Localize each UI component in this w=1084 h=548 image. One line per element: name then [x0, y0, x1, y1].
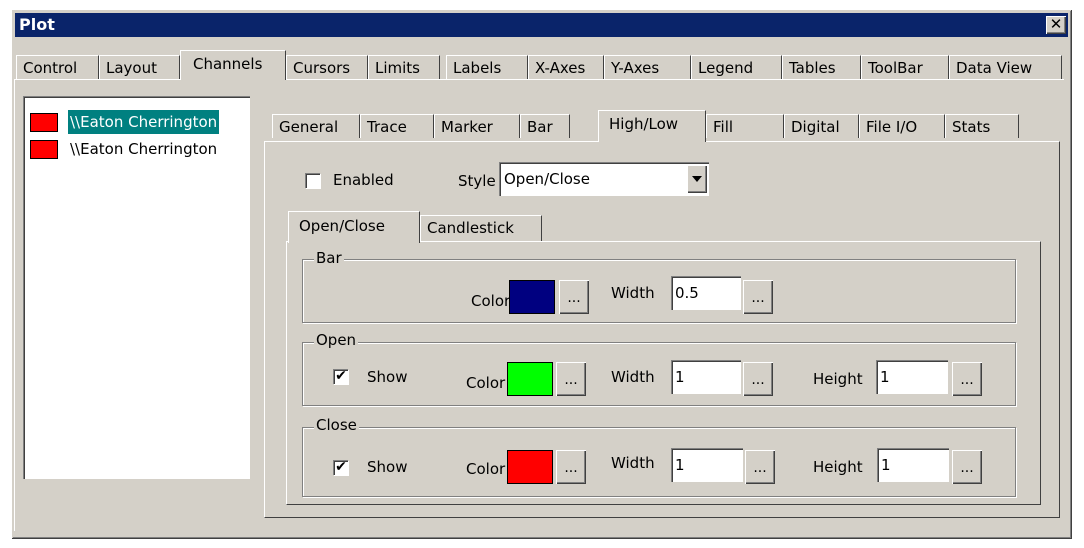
close-icon[interactable]: ✕ — [1046, 16, 1066, 34]
tab-high-low[interactable]: High/Low — [598, 110, 706, 142]
tab-data-view[interactable]: Data View — [949, 55, 1062, 79]
tab-legend[interactable]: Legend — [691, 55, 782, 79]
title-bar[interactable]: Plot ✕ — [15, 13, 1068, 37]
open-height-label: Height — [813, 370, 863, 388]
tab-y-axes[interactable]: Y-Axes — [604, 55, 691, 79]
tab-x-axes[interactable]: X-Axes — [528, 55, 604, 79]
chevron-down-icon[interactable] — [687, 165, 707, 193]
channel-color-swatch — [30, 140, 58, 159]
channel-list[interactable]: \\Eaton Cherrington \\Eaton Cherrington — [23, 96, 250, 479]
tab-cursors[interactable]: Cursors — [286, 55, 368, 79]
open-width-button[interactable]: ... — [743, 362, 773, 396]
open-color-swatch[interactable] — [507, 362, 553, 396]
tab-control[interactable]: Control — [16, 55, 99, 79]
tab-channels[interactable]: Channels — [180, 50, 286, 80]
window-title: Plot — [19, 15, 55, 34]
close-color-swatch[interactable] — [507, 450, 553, 484]
enabled-label: Enabled — [333, 171, 394, 189]
close-width-button[interactable]: ... — [745, 450, 775, 484]
bar-color-button[interactable]: ... — [559, 280, 589, 314]
list-item[interactable]: \\Eaton Cherrington — [28, 137, 248, 161]
bar-color-swatch[interactable] — [509, 280, 555, 314]
tab-bar[interactable]: Bar — [520, 114, 570, 138]
close-show-label: Show — [367, 458, 408, 476]
tab-toolbar[interactable]: ToolBar — [861, 55, 949, 79]
tab-labels[interactable]: Labels — [446, 55, 528, 79]
bar-width-label: Width — [611, 284, 655, 302]
tab-trace[interactable]: Trace — [360, 114, 434, 138]
open-width-label: Width — [611, 368, 655, 386]
style-select[interactable]: Open/Close — [499, 162, 709, 196]
tab-tables[interactable]: Tables — [782, 55, 861, 79]
list-item[interactable]: \\Eaton Cherrington — [28, 110, 248, 134]
channel-color-swatch — [30, 113, 58, 132]
tab-digital[interactable]: Digital — [784, 114, 859, 138]
close-group-label: Close — [314, 416, 359, 434]
tab-stats[interactable]: Stats — [945, 114, 1019, 138]
style-value: Open/Close — [504, 170, 590, 188]
tab-candlestick[interactable]: Candlestick — [420, 215, 542, 241]
bar-group-label: Bar — [314, 249, 344, 267]
close-color-label: Color — [466, 460, 506, 478]
close-height-button[interactable]: ... — [952, 450, 982, 484]
close-color-button[interactable]: ... — [556, 450, 586, 484]
channel-label: \\Eaton Cherrington — [68, 110, 220, 134]
tab-general[interactable]: General — [272, 114, 360, 138]
close-height-field[interactable]: 1 — [877, 448, 949, 482]
tab-marker[interactable]: Marker — [434, 114, 520, 138]
close-height-label: Height — [813, 458, 863, 476]
open-show-checkbox[interactable]: ✔ — [333, 369, 348, 384]
tab-file-io[interactable]: File I/O — [859, 114, 945, 138]
enabled-checkbox[interactable] — [305, 173, 320, 188]
open-width-field[interactable]: 1 — [671, 360, 741, 394]
bar-width-button[interactable]: ... — [743, 280, 773, 314]
bar-group — [302, 259, 1016, 323]
close-show-checkbox[interactable]: ✔ — [333, 460, 348, 475]
bar-width-field[interactable]: 0.5 — [671, 276, 741, 310]
tab-open-close[interactable]: Open/Close — [288, 211, 420, 243]
tab-layout[interactable]: Layout — [99, 55, 180, 79]
open-group-label: Open — [314, 331, 359, 349]
tab-fill[interactable]: Fill — [706, 114, 784, 138]
open-color-button[interactable]: ... — [556, 362, 586, 396]
open-height-button[interactable]: ... — [952, 362, 982, 396]
open-height-field[interactable]: 1 — [876, 360, 948, 394]
open-color-label: Color — [466, 374, 506, 392]
style-label: Style — [458, 172, 496, 190]
tab-limits[interactable]: Limits — [368, 55, 440, 79]
close-width-field[interactable]: 1 — [671, 448, 743, 482]
channel-label: \\Eaton Cherrington — [70, 140, 218, 158]
bar-color-label: Color — [471, 292, 511, 310]
close-width-label: Width — [611, 454, 655, 472]
open-show-label: Show — [367, 368, 408, 386]
